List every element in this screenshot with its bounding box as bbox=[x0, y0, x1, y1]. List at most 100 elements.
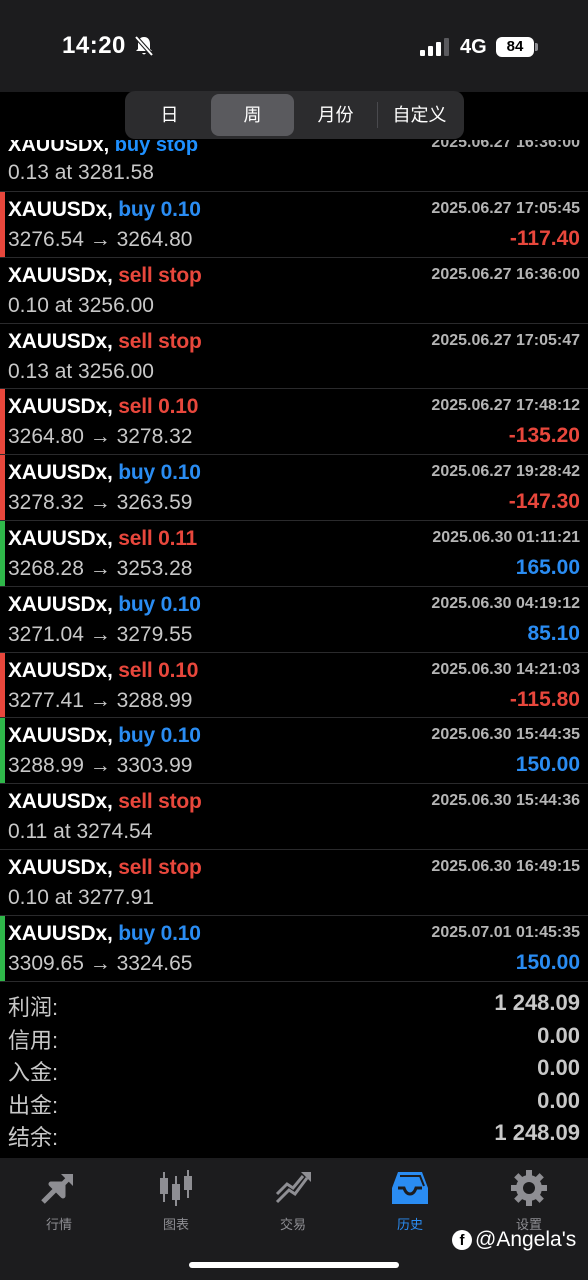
trade-side: buy 0.10 bbox=[118, 461, 201, 485]
period-tab-month[interactable]: 月份 bbox=[294, 94, 377, 136]
summary-label: 信用: bbox=[8, 1027, 59, 1053]
trade-time: 2025.07.01 01:45:35 bbox=[431, 923, 580, 941]
trade-row[interactable]: XAUUSDx, buy 0.10 2025.06.27 19:28:42 3278… bbox=[0, 455, 588, 521]
watermark-text: @Angela's bbox=[475, 1228, 577, 1251]
history-row-partial[interactable]: XAUUSDx, buy stop 2025.06.27 16:36:00 0.… bbox=[0, 140, 588, 192]
facebook-icon: f bbox=[452, 1230, 472, 1250]
trade-row[interactable]: XAUUSDx, buy 0.10 2025.06.30 04:19:12 3271… bbox=[0, 587, 588, 653]
trade-symbol: XAUUSDx, bbox=[8, 461, 113, 485]
bell-muted-icon bbox=[134, 35, 154, 57]
history-list[interactable]: XAUUSDx, buy stop 2025.06.27 16:36:00 0.… bbox=[0, 140, 588, 983]
summary-label: 入金: bbox=[8, 1060, 59, 1085]
trade-side: sell 0.10 bbox=[118, 395, 199, 419]
trade-title: XAUUSDx, buy 0.10 bbox=[8, 198, 201, 222]
trade-profit: -147.30 bbox=[508, 490, 580, 514]
trade-symbol: XAUUSDx, bbox=[8, 263, 113, 287]
tab-label: 交易 bbox=[279, 1217, 306, 1232]
trade-title: XAUUSDx, sell 0.11 bbox=[8, 527, 197, 551]
tab-chart[interactable]: 图表 bbox=[117, 1168, 235, 1238]
trade-time: 2025.06.30 14:21:03 bbox=[431, 660, 580, 678]
trade-row[interactable]: XAUUSDx, buy 0.10 2025.06.27 17:05:45 3276… bbox=[0, 192, 588, 258]
trade-title: XAUUSDx, sell stop bbox=[8, 856, 202, 880]
history-icon bbox=[392, 1172, 428, 1204]
trade-side: sell stop bbox=[118, 263, 202, 287]
trade-title: XAUUSDx, buy 0.10 bbox=[8, 461, 201, 485]
trade-time: 2025.06.27 16:36:00 bbox=[431, 265, 580, 283]
trade-detail: 3276.54 → 3264.80 bbox=[8, 228, 193, 251]
row-title: XAUUSDx, buy stop bbox=[8, 140, 198, 157]
trade-title: XAUUSDx, sell 0.10 bbox=[8, 395, 198, 419]
summary-credit: 信用: 0.00 bbox=[0, 1021, 588, 1054]
trade-time: 2025.06.30 01:11:21 bbox=[432, 528, 580, 546]
trade-symbol: XAUUSDx, bbox=[8, 658, 113, 682]
trade-icon bbox=[275, 1172, 311, 1204]
trade-row[interactable]: XAUUSDx, sell 0.11 2025.06.30 01:11:21 326… bbox=[0, 520, 588, 587]
trade-result-marker bbox=[0, 389, 5, 455]
trade-detail: 0.10 at 3277.91 bbox=[8, 885, 154, 909]
trade-side: sell stop bbox=[118, 329, 202, 353]
trade-symbol: XAUUSDx, bbox=[8, 526, 113, 550]
trade-side: sell stop bbox=[118, 855, 202, 879]
summary-label: 利润: bbox=[8, 995, 59, 1020]
trade-symbol: XAUUSDx, bbox=[8, 855, 113, 879]
trade-symbol: XAUUSDx, bbox=[8, 724, 113, 748]
trade-title: XAUUSDx, buy 0.10 bbox=[8, 593, 201, 617]
tab-trade[interactable]: 交易 bbox=[234, 1168, 352, 1238]
trade-time: 2025.06.30 15:44:35 bbox=[431, 726, 580, 744]
tab-quotes[interactable]: 行情 bbox=[0, 1168, 118, 1238]
trade-profit: 165.00 bbox=[515, 555, 580, 579]
row-symbol: XAUUSDx, bbox=[8, 140, 110, 156]
trade-side: sell 0.10 bbox=[118, 658, 199, 682]
summary-profit: 利润: 1 248.09 bbox=[0, 988, 588, 1021]
trade-profit: -117.40 bbox=[509, 227, 580, 250]
trade-result-marker bbox=[0, 718, 5, 784]
trade-title: XAUUSDx, sell stop bbox=[8, 330, 202, 354]
network-label: 4G bbox=[460, 36, 487, 58]
trade-side: buy 0.10 bbox=[118, 592, 201, 616]
trade-result-marker bbox=[0, 455, 5, 520]
status-bar: 14:20 4G 84 bbox=[0, 0, 588, 92]
trade-profit: -135.20 bbox=[508, 424, 580, 448]
trade-row[interactable]: XAUUSDx, sell stop 2025.06.27 16:36:00 0.1… bbox=[0, 258, 588, 324]
period-tab-custom[interactable]: 自定义 bbox=[378, 94, 461, 136]
trade-detail: 3309.65 → 3324.65 bbox=[8, 951, 193, 975]
trade-row[interactable]: XAUUSDx, sell stop 2025.06.30 15:44:36 0.1… bbox=[0, 784, 588, 850]
trade-symbol: XAUUSDx, bbox=[8, 790, 113, 814]
trade-detail: 0.10 at 3256.00 bbox=[8, 293, 154, 317]
signal-icon bbox=[420, 38, 449, 56]
trade-title: XAUUSDx, sell stop bbox=[8, 790, 202, 814]
summary-deposit: 入金: 0.00 bbox=[0, 1053, 588, 1086]
trade-row[interactable]: XAUUSDx, sell stop 2025.06.30 16:49:15 0.1… bbox=[0, 850, 588, 916]
trade-title: XAUUSDx, sell stop bbox=[8, 264, 202, 288]
trade-symbol: XAUUSDx, bbox=[8, 329, 113, 353]
trade-row[interactable]: XAUUSDx, sell 0.10 2025.06.30 14:21:03 327… bbox=[0, 652, 588, 719]
trade-title: XAUUSDx, buy 0.10 bbox=[8, 922, 201, 946]
trade-row[interactable]: XAUUSDx, sell 0.10 2025.06.27 17:48:12 326… bbox=[0, 389, 588, 456]
trade-detail: 3271.04 → 3279.55 bbox=[8, 622, 193, 646]
summary-withdrawal: 出金: 0.00 bbox=[0, 1086, 588, 1119]
trade-time: 2025.06.27 17:05:47 bbox=[431, 331, 580, 349]
trade-time: 2025.06.27 17:48:12 bbox=[431, 397, 580, 415]
quotes-icon bbox=[41, 1174, 73, 1204]
trade-result-marker bbox=[0, 192, 5, 257]
trade-symbol: XAUUSDx, bbox=[8, 395, 113, 419]
trade-side: sell 0.11 bbox=[118, 526, 198, 550]
trade-row[interactable]: XAUUSDx, buy 0.10 2025.07.01 01:45:35 3309… bbox=[0, 915, 588, 982]
account-summary: 利润: 1 248.09 信用: 0.00 入金: 0.00 出金: 0.00 … bbox=[0, 988, 588, 1152]
summary-value: 0.00 bbox=[537, 1022, 580, 1048]
trade-row[interactable]: XAUUSDx, buy 0.10 2025.06.30 15:44:35 3288… bbox=[0, 718, 588, 785]
trade-result-marker bbox=[0, 652, 5, 718]
trade-profit: 85.10 bbox=[527, 621, 580, 645]
trade-side: sell stop bbox=[118, 790, 202, 814]
trade-profit: 150.00 bbox=[515, 950, 580, 974]
trade-detail: 3277.41 → 3288.99 bbox=[8, 688, 193, 712]
period-tab-week[interactable]: 周 bbox=[211, 94, 294, 136]
trade-row[interactable]: XAUUSDx, sell stop 2025.06.27 17:05:47 0.1… bbox=[0, 324, 588, 390]
trade-symbol: XAUUSDx, bbox=[8, 921, 113, 945]
trade-side: buy 0.10 bbox=[118, 921, 201, 945]
summary-balance: 结余: 1 248.09 bbox=[0, 1118, 588, 1151]
period-tab-day[interactable]: 日 bbox=[128, 94, 211, 136]
trade-detail: 0.13 at 3256.00 bbox=[8, 359, 154, 383]
trade-profit: 150.00 bbox=[515, 753, 580, 777]
summary-value: 0.00 bbox=[537, 1055, 580, 1080]
